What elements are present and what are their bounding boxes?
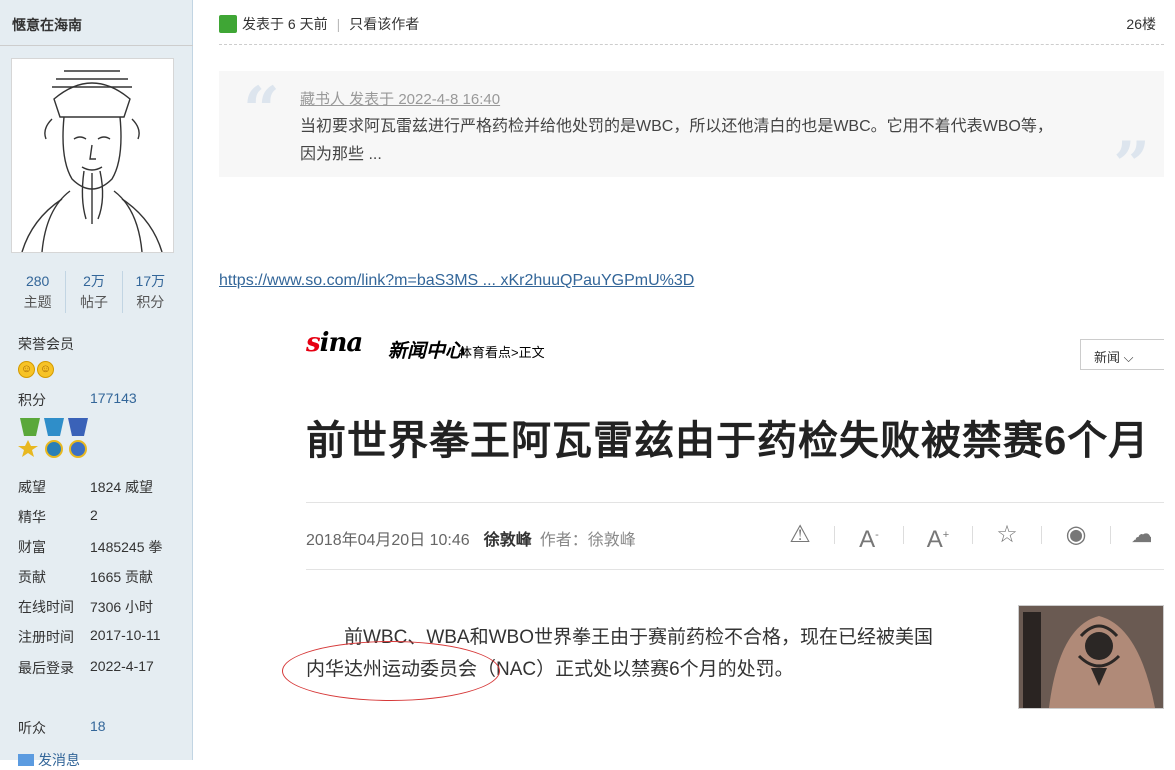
stat-threads[interactable]: 280 主题: [10, 271, 67, 313]
floor-number[interactable]: 26楼: [1126, 14, 1156, 34]
external-link[interactable]: https://www.so.com/link?m=baS3MS ... xKr…: [219, 272, 694, 290]
article-photo[interactable]: [1018, 605, 1164, 709]
breadcrumb: 体育看点>正文: [459, 345, 545, 360]
detail-value: 1485245 拳: [90, 539, 163, 555]
tattoo-photo-icon: [1019, 606, 1163, 708]
username[interactable]: 惬意在海南: [12, 15, 82, 35]
news-dropdown-button[interactable]: 新闻 ⌵: [1080, 339, 1164, 370]
divider: [903, 526, 904, 544]
detail-label: 威望: [18, 479, 46, 495]
close-quote-icon: ”: [1113, 128, 1150, 203]
envelope-icon: [18, 754, 34, 766]
quote-block: “ 藏书人 发表于 2022-4-8 16:40 当初要求阿瓦雷兹进行严格药检并…: [219, 71, 1164, 203]
stat-points[interactable]: 17万 积分: [123, 271, 178, 313]
divider: [972, 526, 973, 544]
report-warning-icon[interactable]: ⚠: [786, 520, 814, 550]
divider: [834, 526, 835, 544]
detail-value: 1665 贡献: [90, 569, 154, 585]
article-meta: 2018年04月20日 10:46 徐敦峰 作者：徐敦峰: [306, 526, 636, 550]
online-status-icon: [219, 15, 237, 33]
detail-row: 财富 1485245 拳: [18, 537, 162, 557]
quote-meta-link[interactable]: 藏书人 发表于 2022-4-8 16:40: [300, 88, 500, 109]
quote-text: 当初要求阿瓦雷兹进行严格药检并给他处罚的是WBC，所以还他清白的也是WBC。它用…: [300, 118, 1053, 163]
article-byline: 作者：徐敦峰: [539, 532, 636, 549]
stat-threads-value: 280: [25, 273, 50, 289]
detail-value: 2022-4-17: [90, 658, 154, 674]
stat-posts-value: 2万: [83, 273, 105, 289]
font-decrease-icon[interactable]: A-: [855, 520, 883, 553]
detail-value: 7306 小时: [90, 599, 154, 615]
user-sidebar: 惬意在海南 280 主题 2万 帖子 17万 积分 荣誉会员 ☺ ☺ 积分 17…: [0, 0, 193, 768]
smiley-icon: ☺: [18, 361, 35, 378]
listeners-value[interactable]: 18: [90, 718, 106, 734]
stat-posts[interactable]: 2万 帖子: [66, 271, 123, 313]
detail-value: 2: [90, 507, 98, 523]
send-message-label: 发消息: [38, 752, 80, 768]
listeners-label: 听众: [18, 720, 46, 736]
divider: [1041, 526, 1042, 544]
listeners-row: 听众 18: [18, 718, 106, 738]
divider: |: [336, 16, 341, 32]
open-quote-icon: “: [243, 73, 280, 148]
detail-label: 最后登录: [18, 660, 74, 676]
detail-label: 在线时间: [18, 599, 74, 615]
avatar[interactable]: [12, 59, 173, 252]
news-dropdown-label: 新闻: [1094, 350, 1121, 365]
detail-value: 1824 威望: [90, 479, 154, 495]
send-message-link[interactable]: 发消息: [18, 750, 80, 770]
user-stats: 280 主题 2万 帖子 17万 积分: [10, 271, 178, 313]
points-value: 177143: [90, 390, 137, 406]
medals: [18, 418, 94, 462]
detail-row: 在线时间 7306 小时: [18, 597, 153, 617]
chevron-down-icon: ⌵: [1123, 350, 1134, 365]
article-date: 2018年04月20日 10:46: [306, 532, 470, 549]
sina-logo: ssinaina: [306, 328, 363, 358]
smiley-icon: ☺: [37, 361, 54, 378]
highlight-circle: [282, 641, 500, 701]
avatar-portrait-icon: [21, 70, 163, 252]
post-time: 发表于 6 天前: [242, 16, 328, 32]
detail-row: 注册时间 2017-10-11: [18, 627, 161, 647]
wechat-icon[interactable]: ☁: [1131, 520, 1151, 550]
detail-label: 贡献: [18, 569, 46, 585]
medal-icon[interactable]: [18, 418, 94, 462]
divider: [0, 45, 193, 46]
points-label: 积分: [18, 392, 46, 408]
user-group[interactable]: 荣誉会员: [18, 334, 74, 354]
divider: [306, 569, 1164, 570]
detail-label: 财富: [18, 539, 46, 555]
points-row: 积分 177143: [18, 390, 137, 410]
stat-points-label: 积分: [136, 294, 165, 310]
detail-label: 精华: [18, 509, 46, 525]
rank-icons: ☺ ☺: [18, 361, 54, 378]
divider: [1110, 526, 1111, 544]
star-icon[interactable]: ☆: [993, 520, 1021, 550]
news-section-title: 新闻中心: [388, 341, 465, 362]
detail-value: 2017-10-11: [90, 627, 161, 643]
stat-posts-label: 帖子: [79, 294, 108, 310]
detail-row: 威望 1824 威望: [18, 477, 153, 497]
article-toolbar: ⚠ A- A+ ☆ ◉ ☁: [786, 520, 1151, 553]
divider: [306, 502, 1164, 503]
only-author-link[interactable]: 只看该作者: [349, 16, 419, 32]
article-author: 徐敦峰: [483, 532, 532, 549]
detail-row: 贡献 1665 贡献: [18, 567, 153, 587]
weibo-icon[interactable]: ◉: [1062, 520, 1090, 550]
stat-threads-label: 主题: [23, 294, 52, 310]
post-header: 发表于 6 天前 | 只看该作者 26楼: [219, 14, 1164, 45]
detail-row: 精华 2: [18, 507, 98, 527]
font-increase-icon[interactable]: A+: [924, 520, 952, 553]
stat-points-value: 17万: [135, 273, 166, 289]
news-headline: 前世界拳王阿瓦雷兹由于药检失败被禁赛6个月: [306, 419, 1150, 463]
detail-label: 注册时间: [18, 629, 74, 645]
detail-row: 最后登录 2022-4-17: [18, 658, 154, 678]
